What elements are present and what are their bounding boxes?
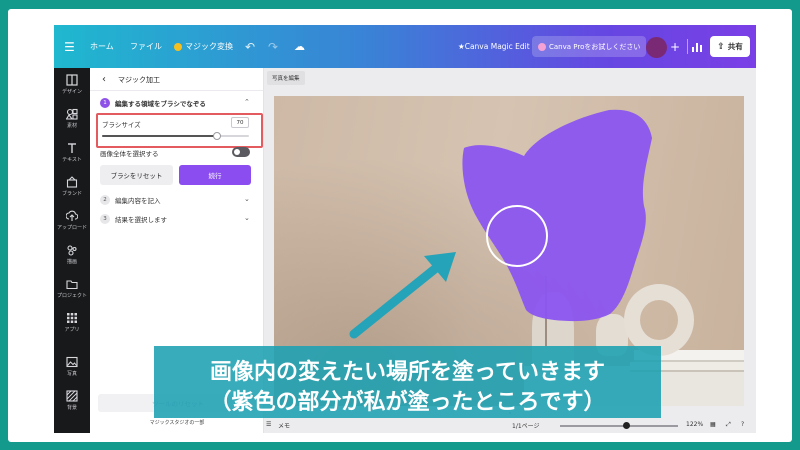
caption-overlay: 画像内の変えたい場所を塗っていきます （紫色の部分が私が塗ったところです） [154, 346, 661, 418]
rail-item-upload[interactable]: アップロード [54, 210, 90, 231]
try-pro-label: Canva Proをお試しください [549, 42, 641, 51]
status-bar: ☰ メモ 1/1ページ 122% ▦ ⤢ ? [264, 419, 756, 433]
menu-icon[interactable]: ☰ [64, 25, 75, 68]
folder-icon [66, 280, 78, 290]
rail-item-design[interactable]: デザイン [54, 74, 90, 95]
layout-icon [66, 74, 78, 86]
rail-label: 写真 [66, 371, 77, 377]
draw-icon [67, 245, 77, 256]
magic-switch-label: マジック変換 [185, 42, 233, 51]
fullscreen-icon[interactable]: ⤢ [726, 421, 731, 429]
caption-line-2: （紫色の部分が私が塗ったところです） [209, 390, 606, 415]
grid-view-icon[interactable]: ▦ [710, 421, 716, 428]
rail-item-elements[interactable]: 素材 [54, 108, 90, 129]
elements-icon [66, 108, 78, 120]
step-label: 編集する領域をブラシでなぞる [115, 100, 206, 108]
pro-crown-icon [538, 42, 546, 51]
step-number: 3 [100, 214, 110, 224]
home-link[interactable]: ホーム [90, 25, 114, 68]
magic-studio-note: マジックスタジオの一部 [149, 420, 205, 426]
canva-editor: ☰ ホーム ファイル マジック変換 ↶ ↷ ☁ ★Canva Magic Edi… [54, 25, 756, 433]
step-label: 結果を選択します [115, 216, 167, 224]
reset-brush-button[interactable]: ブラシをリセット [100, 165, 173, 185]
file-menu[interactable]: ファイル [130, 25, 162, 68]
page-indicator[interactable]: 1/1ページ [512, 421, 540, 430]
step-1-header[interactable]: 1 編集する領域をブラシでなぞる [100, 98, 206, 108]
zoom-slider[interactable] [560, 425, 678, 427]
select-whole-label: 画像全体を選択する [100, 150, 159, 158]
share-label: 共有 [727, 42, 743, 51]
chevron-down-icon[interactable]: ⌄ [244, 195, 250, 203]
rail-label: アップロード [56, 225, 87, 231]
select-whole-toggle[interactable] [232, 147, 250, 157]
photo-icon [66, 356, 78, 368]
try-pro-button[interactable]: Canva Proをお試しください [532, 36, 647, 57]
rail-label: ブランド [61, 191, 82, 197]
top-bar: ☰ ホーム ファイル マジック変換 ↶ ↷ ☁ ★Canva Magic Edi… [54, 25, 756, 68]
divider [90, 90, 263, 91]
rail-label: テキスト [62, 157, 82, 163]
rail-item-projects[interactable]: プロジェクト [54, 278, 90, 299]
left-rail: デザイン 素材 テキスト ブランド アップロード 描画 プロジェクト アプリ 写… [54, 68, 90, 433]
upload-icon [66, 210, 78, 221]
rail-label: 素材 [66, 123, 77, 129]
chevron-down-icon[interactable]: ⌄ [244, 214, 250, 222]
avatar[interactable] [646, 37, 667, 58]
back-chevron-icon[interactable]: ‹ [102, 74, 106, 85]
chevron-up-icon[interactable]: ⌃ [244, 98, 250, 106]
edit-photo-button[interactable]: 写真を編集 [267, 71, 305, 85]
slider-fill [102, 135, 217, 137]
share-icon: ⇪ [717, 41, 725, 52]
step-3-header[interactable]: 3 結果を選択します [100, 214, 167, 224]
crown-icon [174, 42, 182, 51]
stats-bar [692, 47, 694, 52]
document-title[interactable]: ★Canva Magic Edit [458, 25, 530, 68]
redo-icon[interactable]: ↷ [268, 25, 278, 68]
apps-icon [67, 313, 77, 323]
arrow-shaft [349, 255, 451, 339]
brand-icon [66, 176, 78, 188]
brush-size-label: ブラシサイズ [102, 121, 141, 129]
magic-switch-button[interactable]: マジック変換 [174, 25, 233, 68]
stats-bar [696, 43, 698, 52]
rail-item-photos[interactable]: 写真 [54, 356, 90, 377]
caption-line-1: 画像内の変えたい場所を塗っていきます [210, 360, 605, 385]
step-number: 2 [100, 195, 110, 205]
step-number: 1 [100, 98, 110, 108]
zoom-knob[interactable] [623, 422, 631, 429]
rail-label: プロジェクト [56, 293, 87, 299]
brush-size-input[interactable]: 70 [231, 117, 249, 128]
zoom-level[interactable]: 122% [686, 421, 703, 428]
rail-item-background[interactable]: 背景 [54, 390, 90, 411]
slider-knob[interactable] [212, 132, 221, 140]
rail-label: アプリ [64, 327, 80, 333]
stats-icon[interactable] [687, 39, 702, 54]
cloud-icon[interactable]: ☁ [294, 25, 305, 68]
rail-item-apps[interactable]: アプリ [54, 312, 90, 333]
rail-item-text[interactable]: テキスト [54, 142, 90, 163]
background-icon [66, 390, 78, 402]
stats-bar [700, 45, 702, 52]
rail-label: 描画 [66, 259, 77, 265]
rail-item-draw[interactable]: 描画 [54, 244, 90, 265]
notes-button[interactable]: メモ [278, 421, 290, 430]
step-2-header[interactable]: 2 編集内容を記入 [100, 195, 161, 205]
notes-icon[interactable]: ☰ [266, 421, 271, 428]
continue-button[interactable]: 続行 [179, 165, 251, 185]
step-label: 編集内容を記入 [115, 197, 161, 205]
rail-item-brand[interactable]: ブランド [54, 176, 90, 197]
help-icon[interactable]: ? [741, 421, 744, 428]
screenshot-frame: ☰ ホーム ファイル マジック変換 ↶ ↷ ☁ ★Canva Magic Edi… [8, 9, 792, 442]
share-button[interactable]: ⇪ 共有 [710, 36, 750, 57]
rail-label: デザイン [61, 89, 82, 95]
brush-size-slider[interactable] [102, 132, 249, 140]
plus-icon[interactable]: + [670, 25, 680, 68]
text-icon [68, 143, 76, 153]
undo-icon[interactable]: ↶ [245, 25, 255, 68]
rail-label: 背景 [66, 405, 77, 411]
panel-title: マジック加工 [118, 76, 160, 84]
